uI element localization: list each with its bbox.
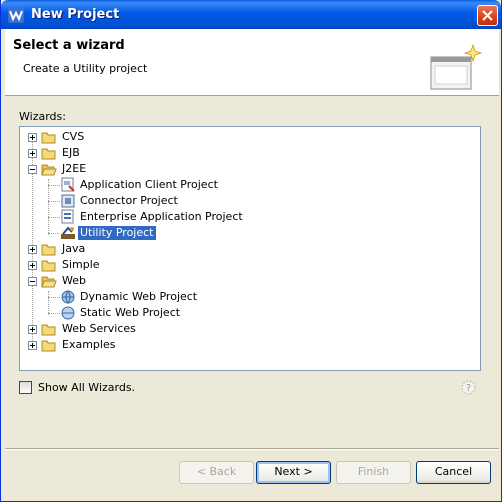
expand-icon[interactable] xyxy=(28,245,37,254)
tree-item-label: Simple xyxy=(62,258,100,271)
svg-text:?: ? xyxy=(466,383,471,394)
folder-icon xyxy=(41,260,56,272)
tree-item-static-web-project[interactable]: Static Web Project xyxy=(20,305,460,321)
button-bar-separator xyxy=(5,448,499,450)
new-project-dialog: New Project Select a wizard Create a Uti… xyxy=(0,0,502,502)
collapse-icon[interactable] xyxy=(28,277,37,286)
folder-icon xyxy=(41,132,56,144)
tree-item-simple[interactable]: Simple xyxy=(20,257,460,273)
application-client-project-icon xyxy=(61,177,75,192)
tree-item-label: EJB xyxy=(62,146,80,159)
open-folder-icon xyxy=(41,164,57,176)
tree-item-label: Web xyxy=(62,274,86,287)
tree-item-label: Static Web Project xyxy=(80,306,181,319)
folder-icon xyxy=(41,324,56,336)
tree-item-application-client-project[interactable]: Application Client Project xyxy=(20,177,460,193)
tree-item-java[interactable]: Java xyxy=(20,241,460,257)
tree-item-label: J2EE xyxy=(62,162,87,175)
expand-icon[interactable] xyxy=(28,341,37,350)
expand-icon[interactable] xyxy=(28,261,37,270)
folder-icon xyxy=(41,148,56,160)
tree-item-examples[interactable]: Examples xyxy=(20,337,460,353)
tree-item-label: CVS xyxy=(62,130,85,143)
expand-icon[interactable] xyxy=(28,149,37,158)
open-folder-icon xyxy=(41,276,57,288)
tree-item-label: Examples xyxy=(62,338,116,351)
title-bar[interactable]: New Project xyxy=(1,0,501,29)
show-all-wizards-label[interactable]: Show All Wizards. xyxy=(38,381,135,394)
tree-item-label: Dynamic Web Project xyxy=(80,290,198,303)
folder-icon xyxy=(41,340,56,352)
wizard-banner: Select a wizard Create a Utility project xyxy=(5,29,499,96)
collapse-icon[interactable] xyxy=(28,165,37,174)
tree-item-label: Java xyxy=(62,242,86,255)
tree-item-web-services[interactable]: Web Services xyxy=(20,321,460,337)
tree-item-ejb[interactable]: EJB xyxy=(20,145,460,161)
folder-icon xyxy=(41,244,56,256)
finish-button[interactable]: Finish xyxy=(336,461,411,484)
tree-item-utility-project[interactable]: Utility Project xyxy=(20,225,460,241)
close-button[interactable] xyxy=(477,5,498,26)
expand-icon[interactable] xyxy=(28,325,37,334)
tree-item-label: Utility Project xyxy=(78,226,156,240)
wizard-banner-icon xyxy=(430,43,483,90)
dynamic-web-project-icon xyxy=(61,290,75,304)
connector-project-icon xyxy=(61,194,75,208)
window-title: New Project xyxy=(31,7,120,22)
next-button[interactable]: Next > xyxy=(256,461,331,484)
wizards-tree[interactable]: CVS EJB J2EE Application Client Project … xyxy=(19,126,481,371)
banner-description: Create a Utility project xyxy=(23,62,148,75)
utility-project-icon xyxy=(61,226,75,239)
tree-item-web[interactable]: Web xyxy=(20,273,460,289)
tree-item-dynamic-web-project[interactable]: Dynamic Web Project xyxy=(20,289,460,305)
tree-item-cvs[interactable]: CVS xyxy=(20,129,460,145)
enterprise-application-project-icon xyxy=(61,209,74,224)
tree-item-label: Connector Project xyxy=(80,194,178,207)
tree-item-label: Application Client Project xyxy=(80,178,218,191)
tree-item-label: Web Services xyxy=(62,322,136,335)
tree-item-connector-project[interactable]: Connector Project xyxy=(20,193,460,209)
back-button[interactable]: < Back xyxy=(179,461,254,484)
tree-item-label: Enterprise Application Project xyxy=(80,210,243,223)
banner-title: Select a wizard xyxy=(13,38,125,53)
show-all-wizards-checkbox[interactable] xyxy=(19,381,32,394)
tree-item-j2ee[interactable]: J2EE xyxy=(20,161,460,177)
expand-icon[interactable] xyxy=(28,133,37,142)
wizards-label: Wizards: xyxy=(19,110,66,123)
static-web-project-icon xyxy=(61,306,75,320)
tree-item-enterprise-application-project[interactable]: Enterprise Application Project xyxy=(20,209,460,225)
help-icon[interactable]: ? xyxy=(461,380,476,395)
cancel-button[interactable]: Cancel xyxy=(416,461,491,484)
app-icon xyxy=(8,7,24,23)
close-icon xyxy=(482,10,493,21)
